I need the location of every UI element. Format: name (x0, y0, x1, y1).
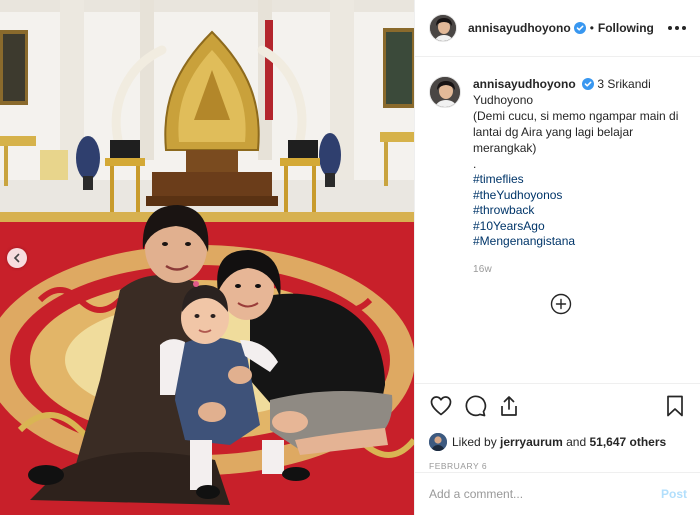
post-header: annisayudhoyono • Following (415, 0, 700, 57)
hashtag-link[interactable]: #timeflies (473, 172, 687, 188)
caption-text: 3 Srikandi Yudhoyono (Demi cucu, si memo… (473, 77, 679, 171)
comment-bar: Post (415, 472, 700, 515)
plus-circle-icon[interactable] (550, 293, 572, 315)
chevron-left-icon (13, 253, 20, 263)
family-photo-illustration (0, 0, 414, 515)
verified-badge-icon (573, 22, 586, 34)
hashtag-link[interactable]: #throwback (473, 203, 687, 219)
verified-badge-icon (582, 78, 595, 90)
hashtag-link[interactable]: #Mengenangistana (473, 234, 687, 250)
likes-prefix: Liked by (452, 435, 497, 449)
actions-section: Liked by jerryaurum and 51,647 others FE… (415, 383, 700, 471)
profile-picture-icon (430, 77, 460, 107)
heart-icon[interactable] (429, 394, 453, 418)
hashtag-link[interactable]: #10YearsAgo (473, 219, 687, 235)
caption-avatar[interactable] (429, 76, 461, 108)
liker-username[interactable]: jerryaurum (500, 435, 563, 449)
avatar[interactable] (429, 14, 457, 42)
header-username[interactable]: annisayudhoyono (468, 21, 571, 35)
post-details-panel: annisayudhoyono • Following annisayudhoy… (414, 0, 700, 515)
likes-summary: Liked by jerryaurum and 51,647 others (429, 433, 687, 451)
profile-picture-icon (429, 433, 447, 451)
caption-username[interactable]: annisayudhoyono (473, 77, 576, 91)
post-date: FEBRUARY 6 (429, 461, 488, 471)
likes-and: and (566, 435, 587, 449)
following-button[interactable]: Following (598, 21, 654, 35)
hashtag-link[interactable]: #theYudhoyonos (473, 188, 687, 204)
action-bar (429, 394, 687, 418)
more-options-dot (675, 26, 679, 30)
post-photo[interactable] (0, 0, 414, 515)
caption-body: annisayudhoyono 3 Srikandi Yudhoyono (De… (473, 76, 687, 278)
liker-avatar[interactable] (429, 433, 447, 451)
previous-photo-button[interactable] (7, 248, 27, 268)
bookmark-icon[interactable] (663, 394, 687, 418)
likes-count[interactable]: 51,647 others (589, 435, 666, 449)
more-options-button[interactable] (668, 26, 686, 30)
caption-section: annisayudhoyono 3 Srikandi Yudhoyono (De… (415, 58, 700, 383)
post-age: 16w (473, 263, 492, 275)
header-separator: • (589, 21, 594, 35)
share-icon[interactable] (497, 394, 521, 418)
more-options-icon (668, 26, 672, 30)
caption-row: annisayudhoyono 3 Srikandi Yudhoyono (De… (429, 76, 687, 278)
hashtag-list: #timeflies #theYudhoyonos #throwback #10… (473, 172, 687, 250)
post-comment-button[interactable]: Post (661, 487, 687, 501)
comment-input[interactable] (429, 487, 661, 501)
comment-icon[interactable] (463, 394, 487, 418)
profile-picture-icon (430, 15, 456, 41)
more-options-dot (682, 26, 686, 30)
instagram-post: annisayudhoyono • Following annisayudhoy… (0, 0, 700, 515)
